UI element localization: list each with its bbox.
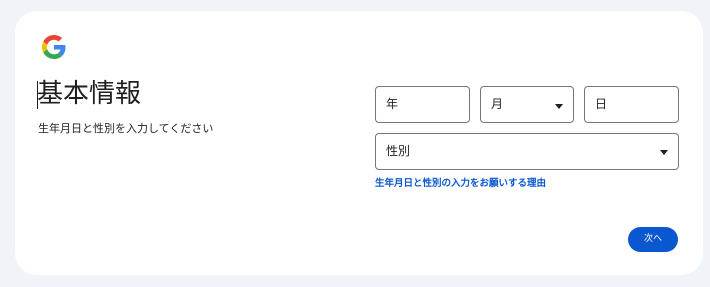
birth-year-label: 年 bbox=[386, 97, 399, 111]
next-button[interactable]: 次へ bbox=[628, 227, 678, 252]
birth-month-select[interactable]: 月 bbox=[480, 86, 574, 123]
dropdown-arrow-icon bbox=[555, 104, 563, 109]
why-we-ask-link[interactable]: 生年月日と性別の入力をお願いする理由 bbox=[375, 178, 546, 190]
dropdown-arrow-icon bbox=[660, 150, 668, 155]
birth-year-input[interactable]: 年 bbox=[375, 86, 470, 123]
birth-day-input[interactable]: 日 bbox=[584, 86, 679, 123]
signup-card: 基本情報 生年月日と性別を入力してください 年 月 日 性別 生年月日と性別の入… bbox=[15, 11, 703, 275]
birth-day-label: 日 bbox=[595, 97, 608, 111]
page-subtitle: 生年月日と性別を入力してください bbox=[38, 122, 214, 135]
text-cursor bbox=[37, 81, 38, 109]
gender-select[interactable]: 性別 bbox=[375, 133, 679, 170]
birth-month-label: 月 bbox=[491, 97, 504, 111]
google-logo-icon bbox=[42, 35, 66, 59]
gender-label: 性別 bbox=[386, 144, 411, 158]
page-title: 基本情報 bbox=[37, 79, 142, 109]
